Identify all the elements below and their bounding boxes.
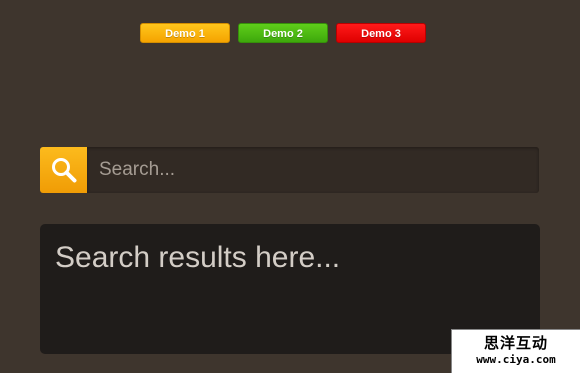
search-results-text: Search results here... (55, 241, 341, 274)
search-input[interactable] (87, 147, 539, 193)
demo-2-button[interactable]: Demo 2 (238, 23, 328, 43)
watermark-logo: 思洋互动 www.ciya.com (451, 329, 580, 373)
watermark-url: www.ciya.com (476, 353, 556, 366)
search-icon (52, 158, 77, 183)
search-button[interactable] (40, 147, 87, 193)
demo-1-button[interactable]: Demo 1 (140, 23, 230, 43)
watermark-name: 思洋互动 (483, 334, 548, 352)
search-bar (40, 147, 539, 193)
demo-3-button[interactable]: Demo 3 (336, 23, 426, 43)
